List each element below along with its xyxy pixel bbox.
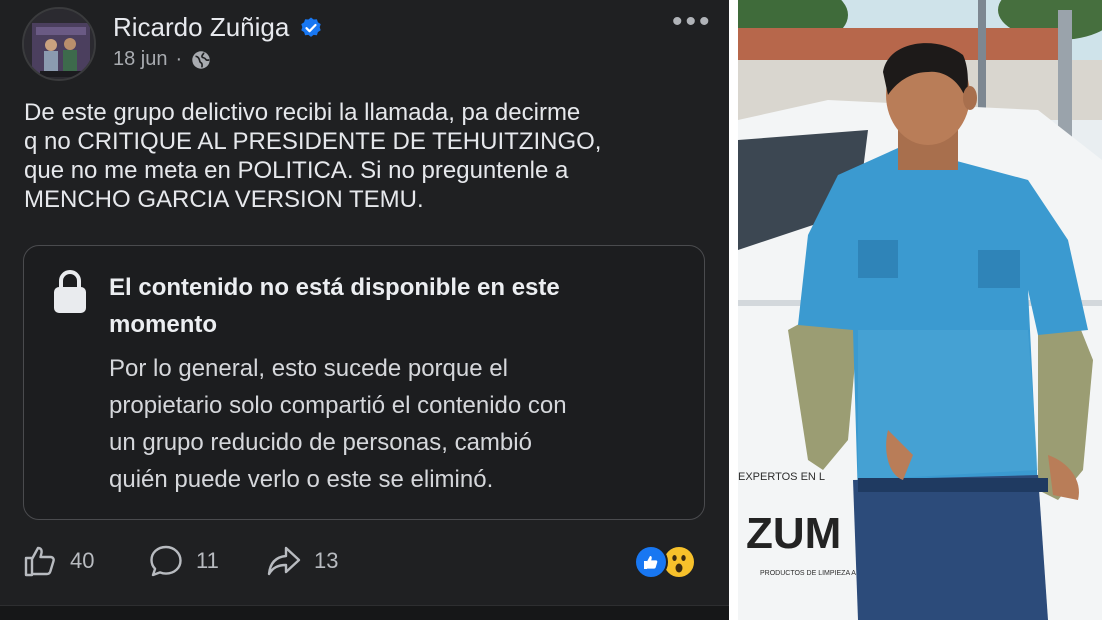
like-icon bbox=[634, 545, 668, 579]
comment-count: 11 bbox=[196, 548, 219, 573]
unavailable-title: El contenido no está disponible en este … bbox=[109, 269, 669, 343]
unavailable-body-line: un grupo reducido de personas, cambió bbox=[109, 429, 532, 456]
like-count: 40 bbox=[70, 548, 95, 573]
unavailable-title-line: momento bbox=[109, 311, 217, 338]
share-button[interactable]: 13 bbox=[266, 543, 338, 579]
unavailable-body-line: propietario solo compartió el contenido … bbox=[109, 392, 567, 419]
post-text-line: que no me meta en POLITICA. Si no pregun… bbox=[24, 157, 569, 184]
lock-icon bbox=[54, 270, 86, 313]
post-text-line: De este grupo delictivo recibi la llamad… bbox=[24, 99, 581, 126]
truck-banner-text: EXPERTOS EN L bbox=[738, 471, 825, 483]
more-options-icon[interactable]: ••• bbox=[672, 7, 713, 37]
avatar-image bbox=[24, 9, 94, 79]
image-divider bbox=[729, 0, 738, 620]
facebook-post: Ricardo Zuñiga 18 jun · ••• De este grup… bbox=[0, 0, 729, 620]
verified-badge-icon bbox=[301, 17, 322, 37]
author-name-text[interactable]: Ricardo Zuñiga bbox=[113, 12, 289, 43]
comment-button[interactable]: 11 bbox=[148, 543, 219, 579]
unavailable-description: Por lo general, esto sucede porque el pr… bbox=[109, 350, 689, 498]
unavailable-title-line: El contenido no está disponible en este bbox=[109, 274, 560, 301]
author-name[interactable]: Ricardo Zuñiga bbox=[113, 12, 323, 43]
content-unavailable-card: El contenido no está disponible en este … bbox=[23, 245, 705, 520]
post-actions: 40 11 13 bbox=[22, 543, 712, 583]
post-meta: 18 jun · bbox=[113, 48, 212, 71]
thumbs-up-icon bbox=[24, 546, 55, 577]
share-count: 13 bbox=[314, 548, 339, 573]
unavailable-body-line: quién puede verlo o este se eliminó. bbox=[109, 466, 494, 493]
post-text-line: MENCHO GARCIA VERSION TEMU. bbox=[24, 186, 424, 213]
portrait-image: EXPERTOS EN L ZUM PRODUCTOS DE LIMPIEZA … bbox=[738, 0, 1102, 620]
unavailable-body-line: Por lo general, esto sucede porque el bbox=[109, 355, 508, 382]
globe-icon[interactable] bbox=[190, 49, 212, 71]
share-arrow-icon bbox=[267, 546, 301, 576]
reaction-summary[interactable] bbox=[634, 545, 698, 581]
author-avatar[interactable] bbox=[22, 7, 96, 81]
post-bottom-edge bbox=[0, 605, 729, 620]
post-date[interactable]: 18 jun bbox=[113, 48, 168, 71]
portrait-photo: EXPERTOS EN L ZUM PRODUCTOS DE LIMPIEZA … bbox=[738, 0, 1102, 620]
comment-bubble-icon bbox=[150, 545, 182, 577]
truck-tagline-text: PRODUCTOS DE LIMPIEZA A bbox=[760, 570, 856, 577]
like-button[interactable]: 40 bbox=[22, 543, 94, 579]
meta-separator: · bbox=[175, 48, 183, 70]
truck-logo-text: ZUM bbox=[746, 509, 841, 558]
post-text-line: q no CRITIQUE AL PRESIDENTE DE TEHUITZIN… bbox=[24, 128, 602, 155]
post-body: De este grupo delictivo recibi la llamad… bbox=[24, 98, 714, 214]
